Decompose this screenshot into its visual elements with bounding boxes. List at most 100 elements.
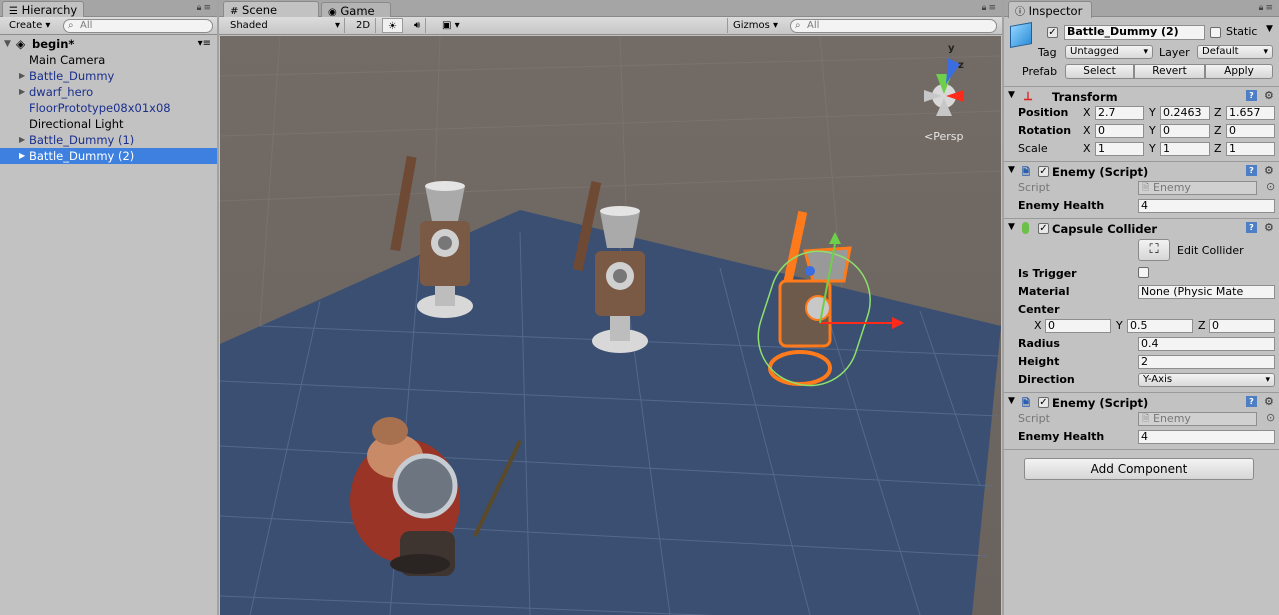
enemy-health-field[interactable]: 4 (1138, 199, 1275, 213)
object-name-field[interactable]: Battle_Dummy (2) (1064, 25, 1205, 40)
static-checkbox[interactable] (1210, 27, 1221, 38)
axis-x-label: X (1083, 142, 1091, 155)
tag-dropdown[interactable]: Untagged (1065, 45, 1153, 59)
height-field[interactable]: 2 (1138, 355, 1275, 369)
expand-arrow-icon[interactable]: ▶ (19, 68, 25, 84)
enemy-health-label: Enemy Health (1018, 430, 1105, 443)
axis-x-label: X (1034, 319, 1042, 332)
z-axis-handle[interactable] (805, 266, 815, 276)
edit-collider-label: Edit Collider (1177, 244, 1244, 257)
menu-icon[interactable]: ≡ (1265, 3, 1275, 13)
help-book-icon[interactable]: ? (1246, 396, 1257, 407)
prefab-revert-button[interactable]: Revert (1134, 64, 1205, 79)
gear-icon[interactable]: ⚙ (1264, 89, 1274, 102)
layer-dropdown[interactable]: Default (1197, 45, 1273, 59)
static-dropdown-icon[interactable]: ▼ (1266, 24, 1273, 34)
lighting-toggle-button[interactable]: ☀ (382, 18, 403, 33)
rotation-x-field[interactable]: 0 (1095, 124, 1144, 138)
is-trigger-checkbox[interactable] (1138, 267, 1149, 278)
center-y-field[interactable]: 0.5 (1127, 319, 1193, 333)
material-field[interactable]: None (Physic Mate (1138, 285, 1275, 299)
scene-viewport[interactable]: y z <Persp (220, 36, 1001, 615)
rotation-z-field[interactable]: 0 (1226, 124, 1275, 138)
transform-header[interactable]: ▼ ⟂ Transform ? ⚙ (1004, 86, 1279, 106)
center-z-field[interactable]: 0 (1209, 319, 1275, 333)
list-item[interactable]: ▶ Battle_Dummy (0, 68, 217, 84)
prefab-label: Prefab (1022, 65, 1058, 78)
help-book-icon[interactable]: ? (1246, 90, 1257, 101)
help-book-icon[interactable]: ? (1246, 222, 1257, 233)
axis-x-label: X (1083, 106, 1091, 119)
expand-arrow-icon[interactable]: ▼ (1008, 396, 1015, 406)
height-label: Height (1018, 355, 1060, 368)
object-picker-icon[interactable]: ⊙ (1266, 411, 1275, 424)
audio-toggle-button[interactable]: 🔊︎ (409, 18, 427, 33)
list-item[interactable]: FloorPrototype08x01x08 (0, 100, 217, 116)
direction-dropdown[interactable]: Y-Axis (1138, 373, 1275, 387)
component-enabled-checkbox[interactable]: ✓ (1038, 223, 1049, 234)
expand-arrow-icon[interactable]: ▶ (19, 132, 25, 148)
scene-options-icon[interactable]: ▾≡ (198, 36, 211, 52)
active-checkbox[interactable]: ✓ (1047, 27, 1058, 38)
enemy-health-field[interactable]: 4 (1138, 430, 1275, 444)
panel-window-controls[interactable]: 🔒︎≡ (982, 3, 998, 13)
transform-icon: ⟂ (1024, 89, 1033, 103)
capsule-collider-header[interactable]: ▼ ✓ Capsule Collider ? ⚙ (1004, 218, 1279, 238)
enemy-script-header[interactable]: ▼ 🗎 ✓ Enemy (Script) ? ⚙ (1004, 161, 1279, 181)
expand-arrow-icon[interactable]: ▼ (1008, 222, 1015, 232)
component-enabled-checkbox[interactable]: ✓ (1038, 166, 1049, 177)
script-field: 🗎 Enemy (1138, 181, 1257, 195)
rotation-y-field[interactable]: 0 (1160, 124, 1210, 138)
gizmos-dropdown[interactable]: Gizmos ▾ (727, 18, 783, 33)
scene-root-row[interactable]: ▼ ◈ begin* ▾≡ (0, 36, 217, 52)
effects-dropdown[interactable]: ▣ ▾ (437, 18, 465, 33)
tab-scene[interactable]: # Scene (223, 1, 319, 18)
tab-hierarchy[interactable]: ☰ Hierarchy (2, 1, 84, 18)
component-enabled-checkbox[interactable]: ✓ (1038, 397, 1049, 408)
expand-arrow-icon[interactable]: ▶ (19, 148, 25, 164)
list-item[interactable]: ▶ dwarf_hero (0, 84, 217, 100)
object-picker-icon[interactable]: ⊙ (1266, 180, 1275, 193)
create-button[interactable]: Create ▾ (4, 18, 55, 33)
panel-window-controls[interactable]: 🔒︎≡ (1259, 3, 1275, 13)
menu-icon[interactable]: ≡ (203, 3, 213, 13)
2d-toggle-button[interactable]: 2D (351, 18, 377, 33)
scene-toolbar: Shaded ▾ 2D ☀ 🔊︎ ▣ ▾ Gizmos ▾ ⌕ All (219, 17, 1002, 35)
expand-arrow-icon[interactable]: ▶ (19, 84, 25, 100)
list-item-selected[interactable]: ▶ Battle_Dummy (2) (0, 148, 217, 164)
tag-label: Tag (1038, 46, 1057, 59)
add-component-button[interactable]: Add Component (1024, 458, 1254, 480)
scale-y-field[interactable]: 1 (1160, 142, 1210, 156)
gear-icon[interactable]: ⚙ (1264, 164, 1274, 177)
radius-field[interactable]: 0.4 (1138, 337, 1275, 351)
prefab-select-button[interactable]: Select (1065, 64, 1134, 79)
gear-icon[interactable]: ⚙ (1264, 221, 1274, 234)
hierarchy-search-input[interactable]: ⌕ All (63, 19, 213, 33)
gear-icon[interactable]: ⚙ (1264, 395, 1274, 408)
layer-label: Layer (1159, 46, 1190, 59)
expand-arrow-icon[interactable]: ▼ (1008, 165, 1015, 175)
expand-arrow-icon[interactable]: ▼ (4, 36, 11, 52)
scene-search-input[interactable]: ⌕ All (790, 19, 997, 33)
scale-x-field[interactable]: 1 (1095, 142, 1144, 156)
tab-inspector[interactable]: ⓘ Inspector (1008, 1, 1092, 18)
enemy-script-header[interactable]: ▼ 🗎 ✓ Enemy (Script) ? ⚙ (1004, 392, 1279, 412)
center-x-field[interactable]: 0 (1045, 319, 1111, 333)
position-z-field[interactable]: 1.657 (1226, 106, 1275, 120)
projection-label[interactable]: <Persp (924, 130, 963, 143)
edit-collider-button[interactable]: ⛶ (1138, 239, 1170, 261)
position-x-field[interactable]: 2.7 (1095, 106, 1144, 120)
shading-mode-dropdown[interactable]: Shaded ▾ (225, 18, 345, 33)
list-item[interactable]: Main Camera (0, 52, 217, 68)
help-book-icon[interactable]: ? (1246, 165, 1257, 176)
scale-z-field[interactable]: 1 (1226, 142, 1275, 156)
list-item[interactable]: ▶ Battle_Dummy (1) (0, 132, 217, 148)
prefab-apply-button[interactable]: Apply (1205, 64, 1273, 79)
scene-render[interactable]: y z <Persp (220, 36, 1001, 615)
panel-window-controls[interactable]: 🔒︎≡ (197, 3, 213, 13)
menu-icon[interactable]: ≡ (988, 3, 998, 13)
list-item[interactable]: Directional Light (0, 116, 217, 132)
position-y-field[interactable]: 0.2463 (1160, 106, 1210, 120)
expand-arrow-icon[interactable]: ▼ (1008, 90, 1015, 100)
gizmo-y-label: y (948, 43, 955, 54)
